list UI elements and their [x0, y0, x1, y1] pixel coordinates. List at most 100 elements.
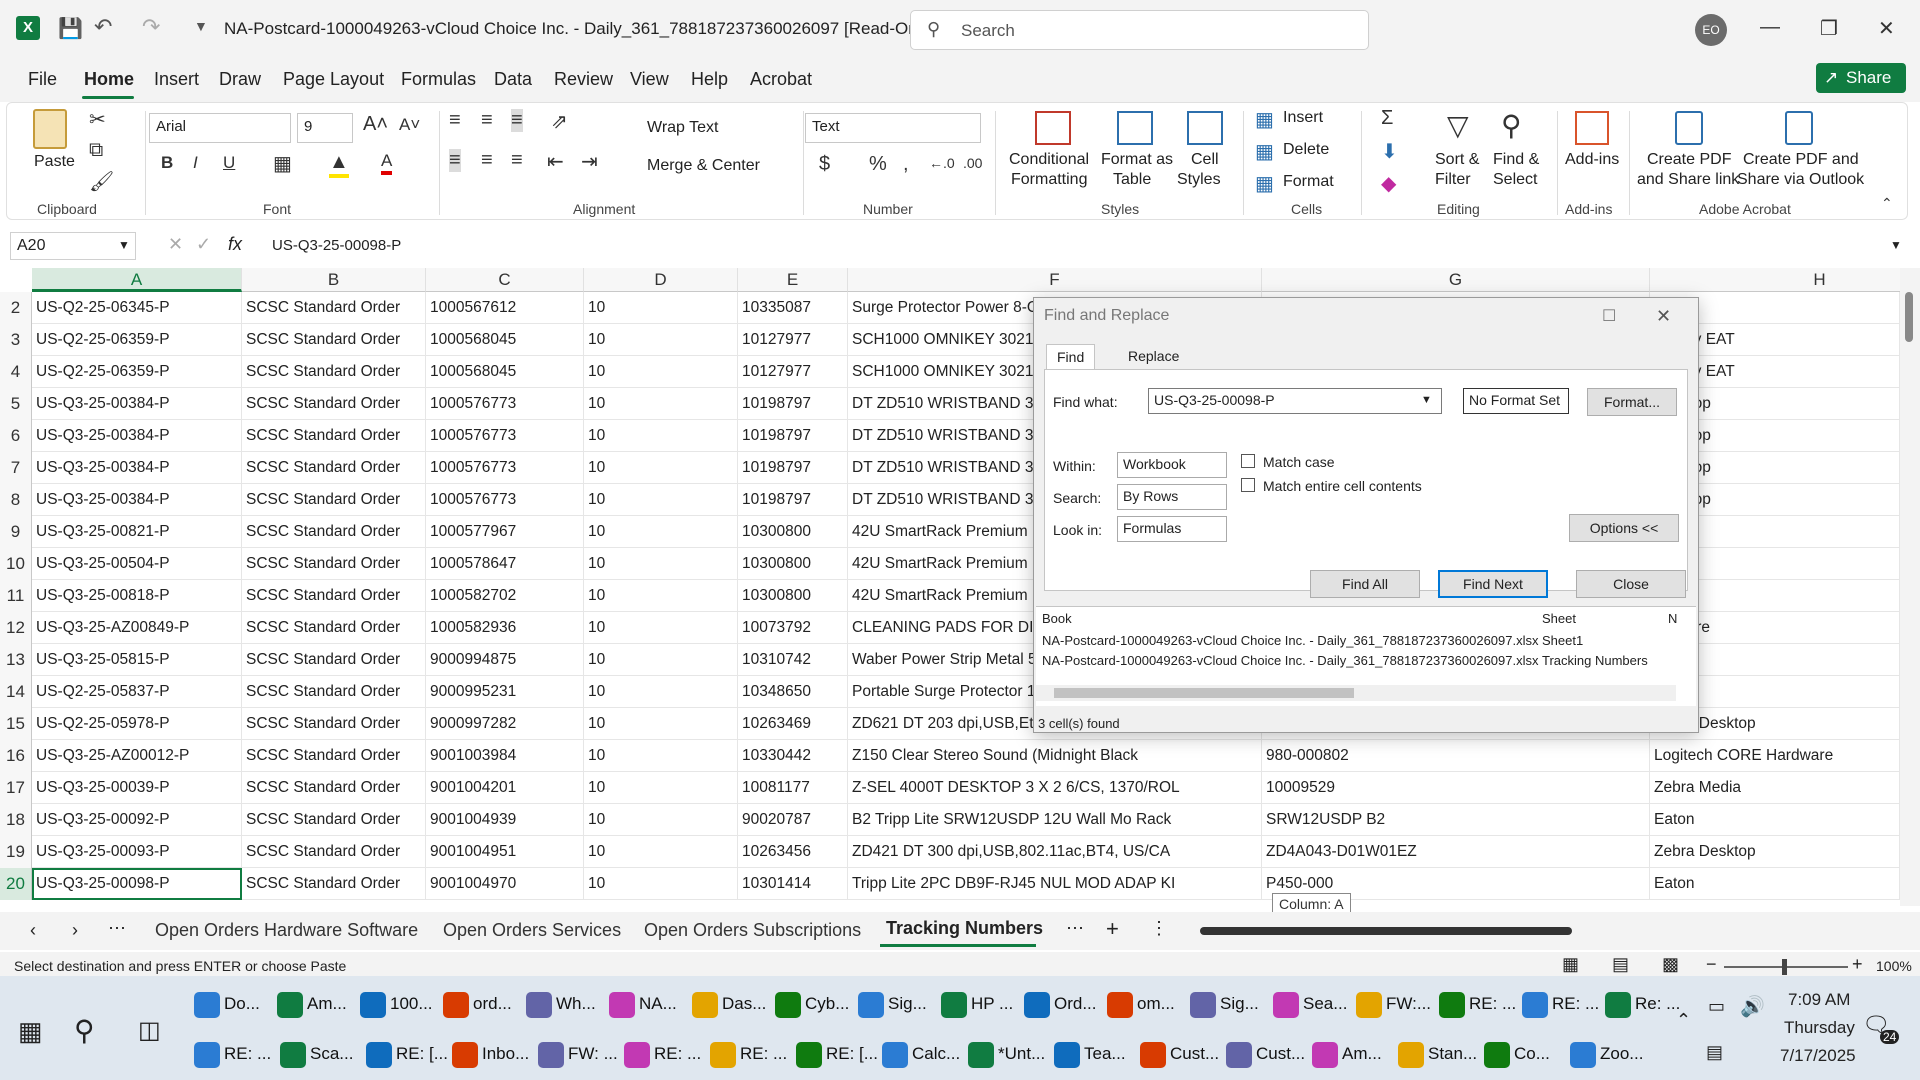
cell-d[interactable]: 10 — [584, 388, 738, 420]
sort-filter-label[interactable]: Sort & — [1435, 151, 1479, 169]
result-row-book[interactable]: NA-Postcard-1000049263-vCloud Choice Inc… — [1042, 633, 1539, 648]
cell-a[interactable]: US-Q3-25-00384-P — [32, 452, 242, 484]
cell-c[interactable]: 9000994875 — [426, 644, 584, 676]
menu-insert[interactable]: Insert — [154, 69, 199, 90]
cell-b[interactable]: SCSC Standard Order — [242, 452, 426, 484]
cell-b[interactable]: SCSC Standard Order — [242, 516, 426, 548]
create-pdf-share-link-icon[interactable] — [1675, 111, 1703, 145]
next-sheet-icon[interactable]: › — [72, 920, 78, 941]
taskbar-app-item[interactable]: HP ... — [941, 988, 1020, 1022]
taskbar-app-item[interactable]: Tea... — [1054, 1038, 1136, 1072]
undo-icon[interactable]: ↶ — [94, 14, 112, 40]
delete-cells-button[interactable]: Delete — [1283, 141, 1329, 159]
cell-e[interactable]: 10198797 — [738, 388, 848, 420]
cell-d[interactable]: 10 — [584, 420, 738, 452]
cell-c[interactable]: 9001003984 — [426, 740, 584, 772]
bold-icon[interactable]: B — [161, 153, 173, 173]
customize-toolbar-icon[interactable]: ▼ — [194, 18, 208, 34]
cell-d[interactable]: 10 — [584, 516, 738, 548]
taskbar-app-item[interactable]: RE: ... — [194, 1038, 276, 1072]
cell-a[interactable]: US-Q3-25-00504-P — [32, 548, 242, 580]
taskbar-app-item[interactable]: Sig... — [1190, 988, 1269, 1022]
page-layout-view-icon[interactable]: ▤ — [1612, 954, 1629, 975]
taskbar-app-item[interactable]: NA... — [609, 988, 688, 1022]
minimize-icon[interactable]: — — [1760, 16, 1780, 39]
cell-d[interactable]: 10 — [584, 452, 738, 484]
row-header[interactable]: 9 — [0, 516, 32, 548]
column-header-b[interactable]: B — [242, 268, 426, 292]
taskbar-app-item[interactable]: Cyb... — [775, 988, 854, 1022]
row-header[interactable]: 11 — [0, 580, 32, 612]
row-header[interactable]: 5 — [0, 388, 32, 420]
taskbar-search-icon[interactable]: ⚲ — [74, 1014, 95, 1047]
row-header[interactable]: 6 — [0, 420, 32, 452]
save-icon[interactable]: 💾 — [58, 16, 83, 41]
cell-d[interactable]: 10 — [584, 836, 738, 868]
menu-file[interactable]: File — [28, 69, 57, 90]
cell-b[interactable]: SCSC Standard Order — [242, 388, 426, 420]
cut-icon[interactable]: ✂ — [89, 107, 106, 132]
cell-a[interactable]: US-Q3-25-00039-P — [32, 772, 242, 804]
horizontal-scrollbar-thumb[interactable] — [1200, 927, 1572, 935]
cell-a[interactable]: US-Q3-25-AZ00012-P — [32, 740, 242, 772]
cell-styles-label[interactable]: Cell — [1191, 151, 1219, 169]
cell-d[interactable]: 10 — [584, 644, 738, 676]
currency-icon[interactable]: $ — [819, 153, 830, 176]
row-header[interactable]: 15 — [0, 708, 32, 740]
zoom-in-icon[interactable]: + — [1852, 954, 1863, 975]
cell-c[interactable]: 9001004201 — [426, 772, 584, 804]
taskbar-app-item[interactable]: RE: [... — [366, 1038, 448, 1072]
merge-center-button[interactable]: Merge & Center — [647, 157, 760, 175]
taskbar-app-item[interactable]: FW:... — [1356, 988, 1435, 1022]
find-next-button[interactable]: Find Next — [1438, 570, 1548, 598]
taskbar-app-item[interactable]: Sig... — [858, 988, 937, 1022]
taskbar-app-item[interactable]: Co... — [1484, 1038, 1566, 1072]
cell-a[interactable]: US-Q3-25-05815-P — [32, 644, 242, 676]
avatar[interactable]: EO — [1695, 14, 1727, 46]
cell-b[interactable]: SCSC Standard Order — [242, 644, 426, 676]
taskbar-app-item[interactable]: *Unt... — [968, 1038, 1050, 1072]
font-name-select[interactable]: Arial — [149, 113, 291, 143]
zoom-slider-thumb[interactable] — [1782, 959, 1787, 975]
cell-c[interactable]: 9000997282 — [426, 708, 584, 740]
cell-a[interactable]: US-Q3-25-00384-P — [32, 484, 242, 516]
cell-g[interactable]: 10009529 — [1262, 772, 1650, 804]
cell-d[interactable]: 10 — [584, 868, 738, 900]
cell-b[interactable]: SCSC Standard Order — [242, 324, 426, 356]
cell-e[interactable]: 10081177 — [738, 772, 848, 804]
results-list[interactable]: Book Sheet N NA-Postcard-1000049263-vClo… — [1036, 606, 1696, 706]
results-hscroll[interactable] — [1036, 685, 1676, 701]
paste-icon[interactable] — [33, 109, 67, 149]
create-pdf-outlook-icon[interactable] — [1785, 111, 1813, 145]
zoom-out-icon[interactable]: − — [1706, 954, 1717, 975]
fill-color-icon[interactable]: ▲ — [329, 151, 349, 178]
cell-f[interactable]: Z-SEL 4000T DESKTOP 3 X 2 6/CS, 1370/ROL — [848, 772, 1262, 804]
taskbar-app-item[interactable]: Re: ... — [1605, 988, 1684, 1022]
column-header-h[interactable]: H — [1650, 268, 1900, 292]
formula-input[interactable]: US-Q3-25-00098-P — [272, 237, 401, 254]
cell-b[interactable]: SCSC Standard Order — [242, 548, 426, 580]
sort-filter-icon[interactable]: ▽ — [1447, 109, 1469, 142]
search-select[interactable]: By Rows — [1117, 484, 1227, 510]
find-select-label-2[interactable]: Select — [1493, 171, 1537, 189]
cell-c[interactable]: 1000576773 — [426, 388, 584, 420]
cell-b[interactable]: SCSC Standard Order — [242, 292, 426, 324]
cell-c[interactable]: 1000568045 — [426, 356, 584, 388]
taskbar-app-item[interactable]: 100... — [360, 988, 439, 1022]
fill-icon[interactable]: ⬇ — [1381, 139, 1398, 164]
cell-g[interactable]: SRW12USDP B2 — [1262, 804, 1650, 836]
autosum-icon[interactable]: Σ — [1381, 107, 1393, 130]
cell-d[interactable]: 10 — [584, 580, 738, 612]
row-header[interactable]: 13 — [0, 644, 32, 676]
cell-f[interactable]: B2 Tripp Lite SRW12USDP 12U Wall Mo Rack — [848, 804, 1262, 836]
clock-date[interactable]: 7/17/2025 — [1780, 1046, 1856, 1066]
cell-a[interactable]: US-Q2-25-06345-P — [32, 292, 242, 324]
menu-draw[interactable]: Draw — [219, 69, 261, 90]
row-header[interactable]: 18 — [0, 804, 32, 836]
taskbar-app-item[interactable]: Am... — [277, 988, 356, 1022]
taskbar-app-item[interactable]: RE: ... — [710, 1038, 792, 1072]
find-select-icon[interactable]: ⚲ — [1501, 109, 1522, 142]
menu-help[interactable]: Help — [691, 69, 728, 90]
find-what-input[interactable]: US-Q3-25-00098-P — [1148, 388, 1442, 414]
row-header[interactable]: 3 — [0, 324, 32, 356]
